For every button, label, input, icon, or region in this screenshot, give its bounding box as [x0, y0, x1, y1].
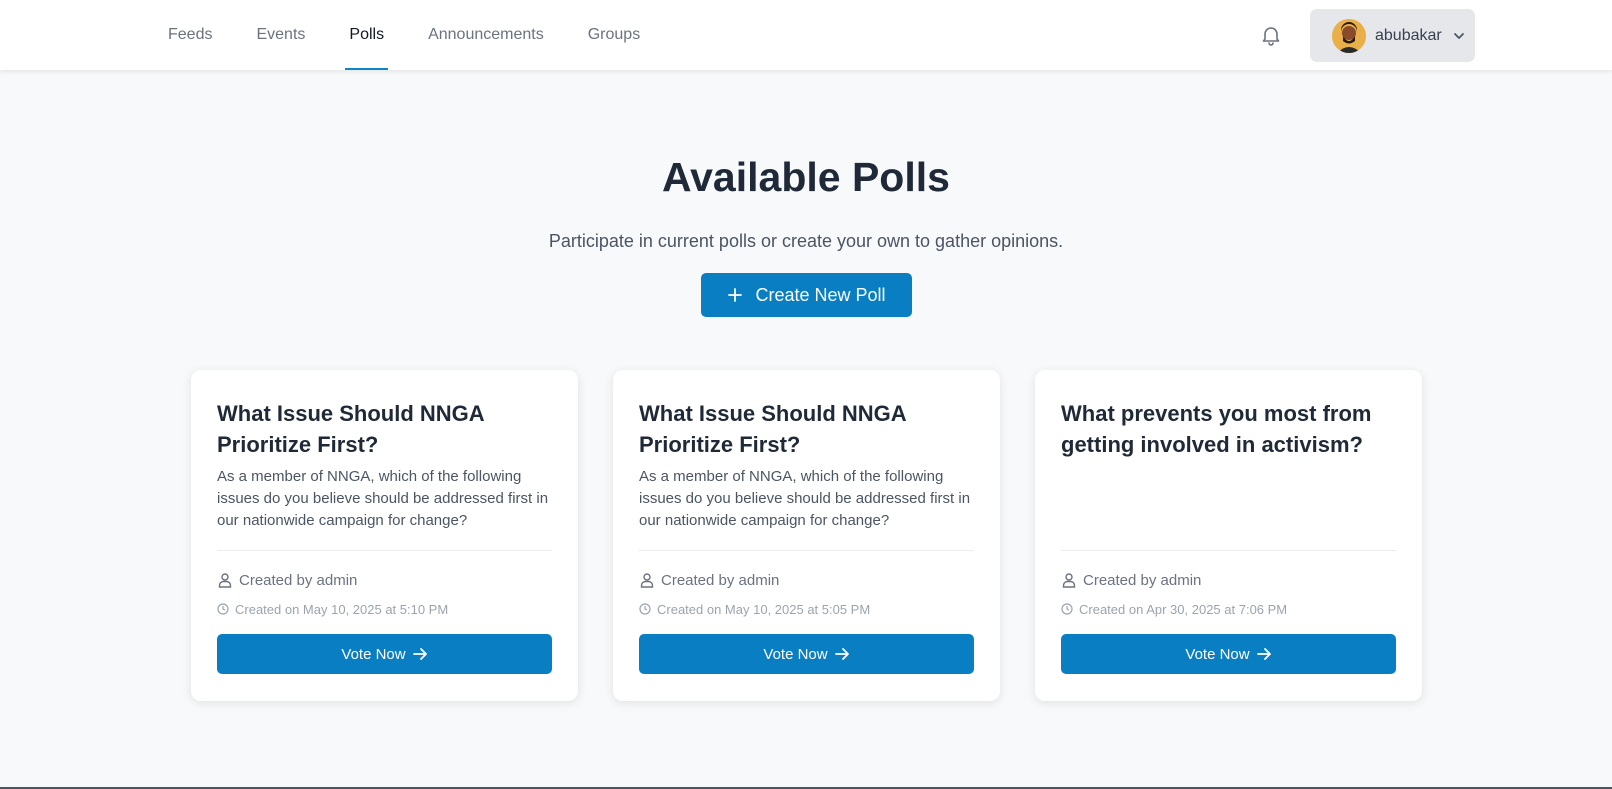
bell-icon[interactable]	[1259, 23, 1283, 47]
poll-creator: Created by admin	[639, 569, 779, 591]
poll-card: What Issue Should NNGA Prioritize First?…	[613, 370, 1000, 701]
chevron-down-icon	[1452, 29, 1466, 43]
poll-description: As a member of NNGA, which of the follow…	[217, 468, 549, 529]
plus-icon	[727, 287, 743, 303]
vote-label: Vote Now	[763, 645, 828, 663]
avatar	[1332, 18, 1366, 53]
user-name: abubakar	[1375, 26, 1442, 44]
vote-label: Vote Now	[1185, 645, 1250, 663]
nav-announcements[interactable]: Announcements	[406, 0, 566, 70]
clock-icon	[639, 603, 651, 615]
nav-polls[interactable]: Polls	[327, 0, 406, 70]
vote-now-button[interactable]: Vote Now	[217, 634, 552, 674]
creator-text: Created by admin	[1083, 571, 1202, 589]
card-divider	[639, 550, 974, 551]
nav-groups[interactable]: Groups	[566, 0, 662, 70]
creator-text: Created by admin	[661, 571, 780, 589]
vote-label: Vote Now	[341, 645, 406, 663]
user-icon	[639, 572, 655, 588]
clock-icon	[217, 603, 229, 615]
top-navbar: Feeds Events Polls Announcements Groups …	[0, 0, 1612, 70]
arrow-right-icon	[834, 646, 850, 662]
date-text: Created on May 10, 2025 at 5:10 PM	[235, 601, 449, 617]
user-menu-button[interactable]: abubakar	[1310, 9, 1475, 62]
date-text: Created on Apr 30, 2025 at 7:06 PM	[1079, 601, 1288, 617]
card-divider	[217, 550, 552, 551]
poll-title: What Issue Should NNGA Prioritize First?	[639, 401, 906, 457]
poll-card: What prevents you most from getting invo…	[1035, 370, 1422, 701]
card-divider	[1061, 550, 1396, 551]
create-poll-label: Create New Poll	[755, 284, 886, 305]
main-nav: Feeds Events Polls Announcements Groups	[146, 0, 662, 70]
poll-creator: Created by admin	[217, 569, 357, 591]
poll-date: Created on May 10, 2025 at 5:05 PM	[639, 600, 870, 618]
poll-description: As a member of NNGA, which of the follow…	[639, 468, 971, 529]
nav-events[interactable]: Events	[234, 0, 327, 70]
arrow-right-icon	[1256, 646, 1272, 662]
create-poll-button[interactable]: Create New Poll	[701, 273, 912, 317]
page-subtitle: Participate in current polls or create y…	[548, 231, 1064, 251]
date-text: Created on May 10, 2025 at 5:05 PM	[657, 601, 871, 617]
nav-feeds[interactable]: Feeds	[146, 0, 234, 70]
poll-date: Created on May 10, 2025 at 5:10 PM	[217, 600, 448, 618]
poll-card: What Issue Should NNGA Prioritize First?…	[191, 370, 578, 701]
page-title: Available Polls	[662, 154, 950, 200]
poll-creator: Created by admin	[1061, 569, 1201, 591]
user-icon	[1061, 572, 1077, 588]
poll-title: What prevents you most from getting invo…	[1061, 401, 1372, 457]
vote-now-button[interactable]: Vote Now	[1061, 634, 1396, 674]
arrow-right-icon	[412, 646, 428, 662]
poll-title: What Issue Should NNGA Prioritize First?	[217, 401, 484, 457]
user-icon	[217, 572, 233, 588]
clock-icon	[1061, 603, 1073, 615]
vote-now-button[interactable]: Vote Now	[639, 634, 974, 674]
poll-date: Created on Apr 30, 2025 at 7:06 PM	[1061, 600, 1287, 618]
creator-text: Created by admin	[239, 571, 358, 589]
